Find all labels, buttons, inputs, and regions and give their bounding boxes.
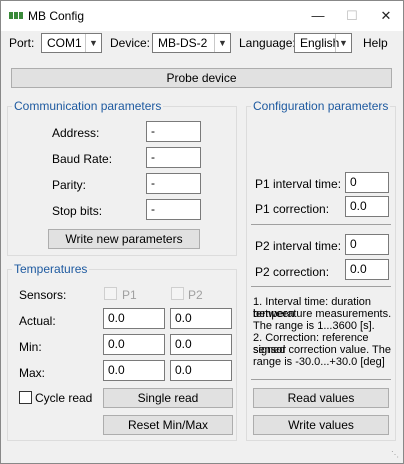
p2-note-separator [251, 286, 391, 287]
resize-grip-icon[interactable]: ⋱ [391, 450, 399, 459]
actual-p1-field[interactable]: 0.0 [103, 308, 165, 329]
parity-label: Parity: [52, 178, 87, 192]
p1-correction-field[interactable]: 0.0 [345, 196, 389, 217]
note-line: signed correction value. The [253, 344, 391, 356]
p2-correction-field[interactable]: 0.0 [345, 259, 389, 280]
parity-field[interactable]: - [146, 173, 201, 194]
max-p1-field[interactable]: 0.0 [103, 360, 165, 381]
p1-correction-label: P1 correction: [255, 202, 330, 216]
note-line: The range is 1...3600 [s]. [253, 320, 375, 332]
note-buttons-separator [251, 379, 391, 380]
min-p2-field[interactable]: 0.0 [170, 334, 232, 355]
communication-title: Communication parameters [12, 99, 164, 113]
actual-label: Actual: [19, 314, 56, 328]
min-label: Min: [19, 340, 42, 354]
cycle-read-label: Cycle read [35, 391, 93, 405]
write-values-button[interactable]: Write values [253, 415, 389, 435]
chevron-down-icon[interactable]: ▼ [214, 34, 230, 52]
language-select[interactable]: English ▼ [294, 33, 352, 53]
p1-sensor-label: P1 [122, 288, 137, 302]
actual-p2-field[interactable]: 0.0 [170, 308, 232, 329]
p2-sensor-label: P2 [188, 288, 203, 302]
p1-interval-field[interactable]: 0 [345, 172, 389, 193]
minimize-button[interactable]: — [301, 1, 335, 31]
title-bar: MB Config — ☐ ✕ [1, 1, 403, 31]
language-value: English [300, 36, 340, 50]
address-label: Address: [52, 126, 100, 140]
device-value: MB-DS-2 [158, 36, 208, 50]
reset-min-max-button[interactable]: Reset Min/Max [103, 415, 233, 435]
single-read-button[interactable]: Single read [103, 388, 233, 408]
max-p2-field[interactable]: 0.0 [170, 360, 232, 381]
p2-interval-label: P2 interval time: [255, 239, 342, 253]
maximize-button[interactable]: ☐ [335, 1, 369, 31]
p2-sensor-checkbox[interactable] [171, 287, 184, 300]
chevron-down-icon[interactable]: ▼ [85, 34, 101, 52]
baud-rate-field[interactable]: - [146, 147, 201, 168]
min-p1-field[interactable]: 0.0 [103, 334, 165, 355]
p2-interval-field[interactable]: 0 [345, 234, 389, 255]
configuration-title: Configuration parameters [251, 99, 391, 113]
stop-bits-field[interactable]: - [146, 199, 201, 220]
max-label: Max: [19, 366, 46, 380]
close-button[interactable]: ✕ [369, 1, 403, 31]
device-label: Device: [110, 36, 151, 50]
sensors-label: Sensors: [19, 288, 67, 302]
note-line: range is -30.0...+30.0 [deg] [253, 356, 385, 368]
device-select[interactable]: MB-DS-2 ▼ [152, 33, 231, 53]
help-menu[interactable]: Help [363, 36, 388, 50]
read-values-button[interactable]: Read values [253, 388, 389, 408]
stop-bits-label: Stop bits: [52, 204, 103, 218]
port-select[interactable]: COM1 ▼ [41, 33, 102, 53]
baud-rate-label: Baud Rate: [52, 152, 113, 166]
cycle-read-checkbox[interactable] [19, 391, 32, 404]
p1-sensor-checkbox[interactable] [104, 287, 117, 300]
toolbar: Port: COM1 ▼ Device: MB-DS-2 ▼ Language:… [1, 31, 403, 55]
probe-device-button[interactable]: Probe device [11, 68, 392, 88]
note-line: temperature measurements. [253, 308, 392, 320]
app-window: MB Config — ☐ ✕ Port: COM1 ▼ Device: MB-… [0, 0, 404, 464]
p1-interval-label: P1 interval time: [255, 177, 342, 191]
window-title: MB Config [28, 9, 85, 23]
p2-correction-label: P2 correction: [255, 265, 330, 279]
chevron-down-icon[interactable]: ▼ [335, 34, 351, 52]
port-label: Port: [9, 36, 35, 50]
temperatures-title: Temperatures [12, 262, 90, 276]
port-value: COM1 [47, 36, 82, 50]
language-label: Language: [239, 36, 296, 50]
p1-p2-separator [251, 224, 391, 225]
address-field[interactable]: - [146, 121, 201, 142]
app-icon [9, 12, 23, 19]
write-new-parameters-button[interactable]: Write new parameters [48, 229, 200, 249]
